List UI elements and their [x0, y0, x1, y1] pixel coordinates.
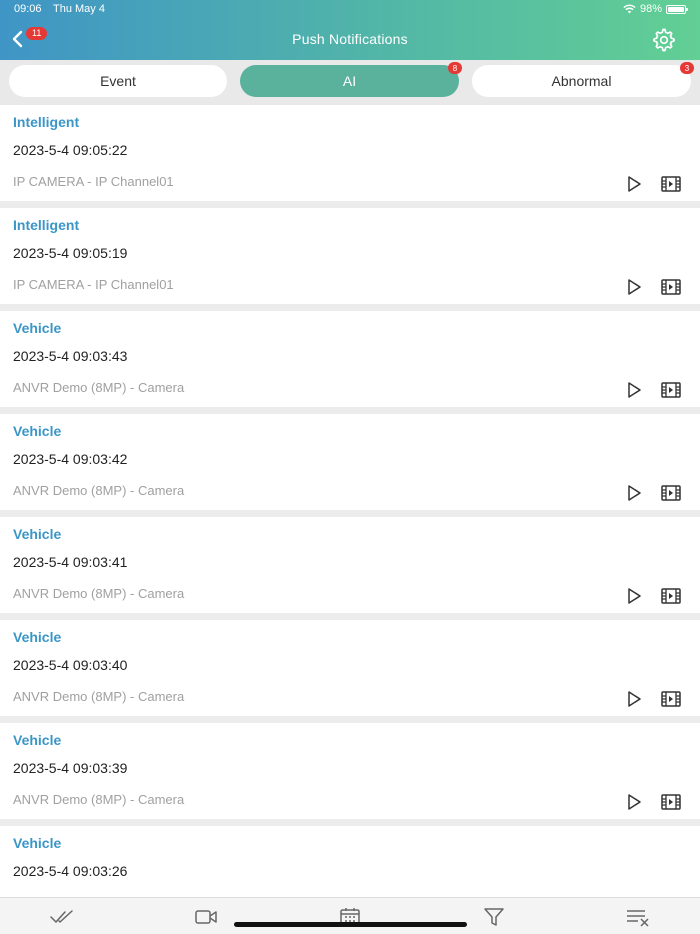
notification-type: Vehicle — [13, 423, 62, 439]
notification-time: 2023-5-4 09:03:43 — [13, 348, 128, 364]
battery-percent: 98% — [639, 3, 662, 15]
play-icon[interactable] — [624, 792, 644, 812]
mark-all-read-icon[interactable] — [50, 907, 74, 927]
notification-type: Vehicle — [13, 835, 62, 851]
status-time: 09:06 — [14, 3, 42, 15]
tab-ai-label: AI — [342, 73, 357, 89]
tab-abnormal-badge: 3 — [680, 62, 694, 74]
notification-item[interactable]: Vehicle 2023-5-4 09:03:42 ANVR Demo (8MP… — [0, 414, 700, 510]
gear-icon[interactable] — [652, 28, 676, 52]
notification-item[interactable]: Intelligent 2023-5-4 09:05:22 IP CAMERA … — [0, 105, 700, 201]
notification-time: 2023-5-4 09:03:42 — [13, 451, 128, 467]
video-clip-icon[interactable] — [660, 483, 682, 503]
home-indicator — [234, 922, 467, 927]
video-clip-icon[interactable] — [660, 586, 682, 606]
video-clip-icon[interactable] — [660, 277, 682, 297]
tab-event-label: Event — [100, 73, 136, 89]
notification-item[interactable]: Vehicle 2023-5-4 09:03:39 ANVR Demo (8MP… — [0, 723, 700, 819]
notification-source: ANVR Demo (8MP) - Camera — [13, 689, 185, 704]
wifi-icon — [623, 4, 636, 14]
notification-type: Vehicle — [13, 629, 62, 645]
tab-event[interactable]: Event — [9, 65, 227, 97]
play-icon[interactable] — [624, 586, 644, 606]
segmented-tabs: Event AI 8 Abnormal 3 — [0, 60, 700, 105]
play-icon[interactable] — [624, 689, 644, 709]
notification-time: 2023-5-4 09:03:39 — [13, 760, 128, 776]
page-title: Push Notifications — [292, 31, 408, 47]
video-clip-icon[interactable] — [660, 174, 682, 194]
play-icon[interactable] — [624, 380, 644, 400]
status-right: 98% — [623, 3, 688, 15]
video-clip-icon[interactable] — [660, 689, 682, 709]
bottom-toolbar — [0, 897, 700, 934]
notification-time: 2023-5-4 09:05:19 — [13, 245, 128, 261]
video-clip-icon[interactable] — [660, 380, 682, 400]
battery-icon — [666, 4, 688, 14]
video-icon[interactable] — [194, 907, 218, 927]
clear-list-icon[interactable] — [626, 907, 650, 927]
notification-list: Intelligent 2023-5-4 09:05:22 IP CAMERA … — [0, 105, 700, 897]
notification-time: 2023-5-4 09:03:26 — [13, 863, 128, 879]
play-icon[interactable] — [624, 483, 644, 503]
tab-abnormal[interactable]: Abnormal 3 — [472, 62, 694, 97]
notification-type: Vehicle — [13, 732, 62, 748]
video-clip-icon[interactable] — [660, 792, 682, 812]
notification-time: 2023-5-4 09:03:41 — [13, 554, 128, 570]
play-icon[interactable] — [624, 174, 644, 194]
notification-time: 2023-5-4 09:03:40 — [13, 657, 128, 673]
filter-icon[interactable] — [482, 907, 506, 927]
notification-source: IP CAMERA - IP Channel01 — [13, 277, 174, 292]
notification-item[interactable]: Intelligent 2023-5-4 09:05:19 IP CAMERA … — [0, 208, 700, 304]
status-date: Thu May 4 — [53, 3, 105, 15]
notification-type: Intelligent — [13, 114, 80, 130]
notification-time: 2023-5-4 09:05:22 — [13, 142, 128, 158]
notification-source: ANVR Demo (8MP) - Camera — [13, 380, 185, 395]
header: 09:06 Thu May 4 98% 11 Push Notification… — [0, 0, 700, 60]
tab-ai[interactable]: AI 8 — [240, 62, 462, 97]
notification-item[interactable]: Vehicle 2023-5-4 09:03:40 ANVR Demo (8MP… — [0, 620, 700, 716]
notification-type: Vehicle — [13, 320, 62, 336]
notification-source: ANVR Demo (8MP) - Camera — [13, 586, 185, 601]
notification-source: ANVR Demo (8MP) - Camera — [13, 792, 185, 807]
tab-ai-badge: 8 — [448, 62, 462, 74]
notification-type: Vehicle — [13, 526, 62, 542]
notification-type: Intelligent — [13, 217, 80, 233]
tab-abnormal-label: Abnormal — [551, 73, 612, 89]
notification-source: IP CAMERA - IP Channel01 — [13, 174, 174, 189]
notification-item[interactable]: Vehicle 2023-5-4 09:03:41 ANVR Demo (8MP… — [0, 517, 700, 613]
notification-source: ANVR Demo (8MP) - Camera — [13, 483, 185, 498]
play-icon[interactable] — [624, 277, 644, 297]
notification-item[interactable]: Vehicle 2023-5-4 09:03:43 ANVR Demo (8MP… — [0, 311, 700, 407]
notification-item[interactable]: Vehicle 2023-5-4 09:03:26 — [0, 826, 700, 897]
